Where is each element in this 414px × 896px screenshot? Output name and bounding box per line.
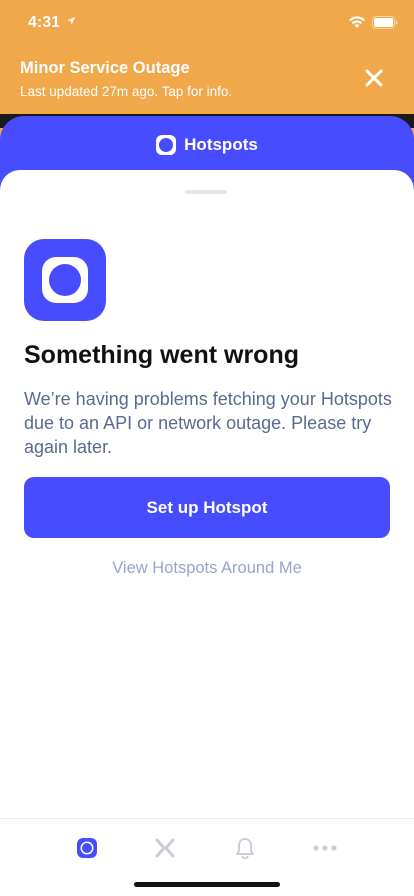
tab-more[interactable] (310, 833, 340, 863)
sheet-title: Hotspots (184, 135, 258, 154)
sheet-title-bar: Hotspots (0, 133, 414, 157)
tab-transfer[interactable] (150, 833, 180, 863)
status-time: 4:31 (28, 14, 61, 31)
status-bar: 4:31 (0, 0, 414, 44)
error-message: We’re having problems fetching your Hots… (24, 389, 392, 457)
hotspot-icon (156, 135, 177, 155)
drag-handle[interactable] (185, 190, 227, 194)
outage-title: Minor Service Outage (20, 59, 190, 77)
hotspot-icon (77, 838, 97, 858)
transfer-icon (155, 838, 175, 858)
close-icon[interactable] (360, 64, 388, 92)
outage-subtitle: Last updated 27m ago. Tap for info. (20, 84, 233, 99)
view-hotspots-around-me-link[interactable]: View Hotspots Around Me (0, 559, 414, 578)
battery-icon (372, 16, 398, 29)
more-icon (313, 845, 337, 851)
home-indicator (134, 882, 280, 887)
error-title: Something went wrong (24, 341, 299, 369)
bell-icon (236, 838, 254, 859)
location-arrow-icon (67, 17, 75, 25)
hotspot-logo-icon (24, 239, 106, 321)
wifi-icon (349, 16, 365, 28)
outage-banner[interactable]: 4:31 Minor Service Outage Last updated 2… (0, 0, 414, 114)
content-card: Something went wrong We’re having proble… (0, 170, 414, 820)
tab-hotspots[interactable] (72, 833, 102, 863)
tab-notifications[interactable] (230, 833, 260, 863)
setup-hotspot-button[interactable]: Set up Hotspot (24, 477, 390, 538)
